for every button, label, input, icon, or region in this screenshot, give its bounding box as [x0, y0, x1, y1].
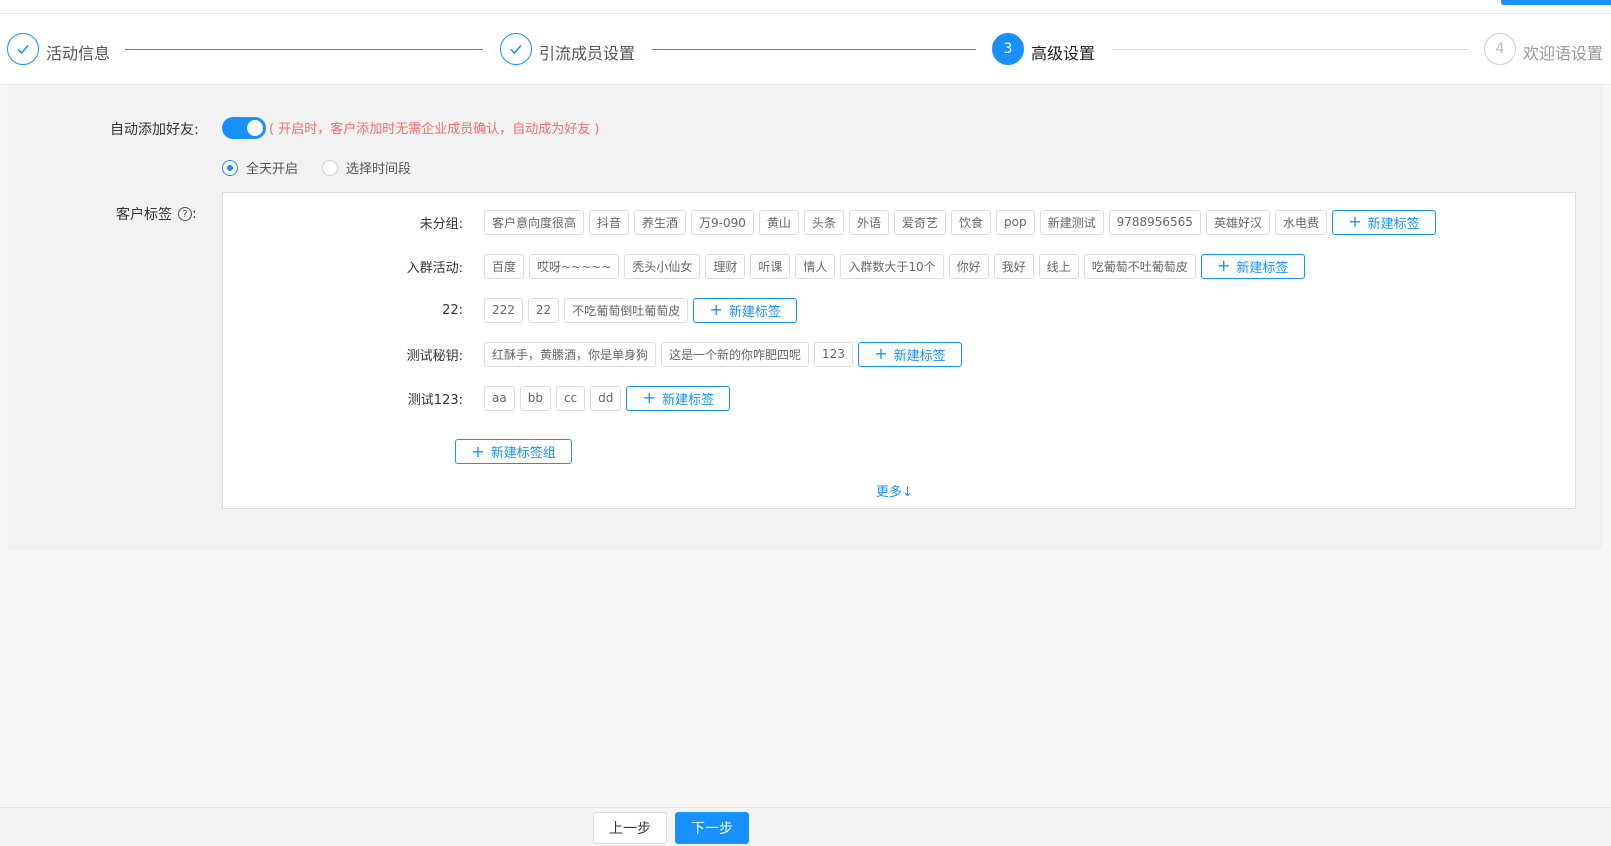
auto-add-hint: ( 开启时，客户添加时无需企业成员确认，自动成为好友 )	[269, 122, 600, 137]
plus-icon: +	[709, 300, 723, 319]
tag-item[interactable]: 情人	[795, 253, 836, 279]
tag-item[interactable]: 222	[484, 297, 523, 323]
tag-item[interactable]: 外语	[848, 209, 889, 235]
tag-list: 222 22 不吃葡萄倒吐葡萄皮 + 新建标签	[484, 297, 798, 323]
radio-all-day[interactable]: 全天开启	[222, 158, 298, 177]
tag-item[interactable]: cc	[555, 385, 586, 411]
footer: 上一步 下一步	[0, 807, 1611, 846]
tag-item[interactable]: 新建测试	[1039, 209, 1104, 235]
tag-item[interactable]: 头条	[803, 209, 844, 235]
step-line-2	[652, 49, 976, 50]
new-tag-button[interactable]: + 新建标签	[1331, 209, 1436, 235]
next-button[interactable]: 下一步	[675, 812, 749, 844]
help-icon[interactable]: ?	[178, 207, 192, 221]
tag-item[interactable]: 爱奇艺	[893, 209, 946, 235]
tag-item[interactable]: pop	[996, 209, 1035, 235]
step-4-label: 欢迎语设置	[1523, 44, 1604, 63]
tag-item[interactable]: 我好	[993, 253, 1034, 279]
new-tag-label: 新建标签	[1367, 216, 1420, 232]
step-line-1	[125, 49, 483, 50]
tag-item[interactable]: 123	[814, 341, 853, 367]
tag-item[interactable]: 你好	[948, 253, 989, 279]
tag-item[interactable]: 9788956565	[1108, 209, 1201, 235]
plus-icon: +	[1216, 256, 1231, 275]
top-bar	[0, 0, 1611, 14]
auto-add-toggle[interactable]	[222, 117, 266, 139]
tag-list: 百度 哎呀~~~~~ 秃头小仙女 理财 听课 情人 入群数大于10个 你好 我好 线上 吃葡萄不吐葡…	[484, 253, 1305, 279]
corner-button[interactable]	[1501, 0, 1611, 5]
tag-item[interactable]: 这是一个新的你咋肥四呢	[661, 341, 810, 367]
plus-icon: +	[874, 344, 888, 363]
plus-icon: +	[471, 441, 485, 461]
radio-all-day-label: 全天开启	[246, 162, 299, 177]
tag-item[interactable]: 抖音	[589, 209, 630, 235]
tag-group-name: 未分组:	[419, 216, 463, 232]
tag-item[interactable]: 22	[527, 297, 560, 323]
tag-box: 未分组: 客户意向度很高 抖音 养生酒 万9-090 黄山 头条 外语 爱奇艺 饮食 pop 新建测试…	[222, 192, 1576, 509]
new-tag-group-button[interactable]: + 新建标签组	[455, 439, 572, 464]
tag-list: 红酥手，黄縢酒，你是单身狗 这是一个新的你咋肥四呢 123 + 新建标签	[484, 341, 962, 367]
tag-item[interactable]: 秃头小仙女	[624, 253, 701, 279]
new-tag-group-label: 新建标签组	[490, 446, 556, 461]
more-link[interactable]: 更多↓	[876, 481, 913, 500]
tag-item[interactable]: 哎呀~~~~~	[529, 253, 620, 279]
prev-button[interactable]: 上一步	[593, 812, 667, 844]
tag-item[interactable]: 不吃葡萄倒吐葡萄皮	[564, 297, 689, 323]
step-line-3	[1112, 49, 1469, 50]
tag-list: 客户意向度很高 抖音 养生酒 万9-090 黄山 头条 外语 爱奇艺 饮食 pop 新建测试 9788…	[484, 209, 1436, 235]
auto-add-label: 自动添加好友:	[110, 122, 199, 138]
new-tag-label: 新建标签	[662, 392, 715, 408]
new-tag-button[interactable]: + 新建标签	[626, 385, 731, 411]
tag-item[interactable]: 百度	[484, 253, 525, 279]
radio-all-day-circle[interactable]	[222, 159, 238, 176]
new-tag-button[interactable]: + 新建标签	[1200, 253, 1305, 279]
tag-item[interactable]: 吃葡萄不吐葡萄皮	[1083, 253, 1196, 279]
tag-item[interactable]: 入群数大于10个	[840, 253, 944, 279]
toggle-knob	[247, 120, 263, 136]
tag-group-name: 22:	[442, 302, 463, 318]
step-3-number: 3	[992, 33, 1024, 65]
tag-item[interactable]: bb	[519, 385, 551, 411]
tag-item[interactable]: 黄山	[758, 209, 799, 235]
new-tag-button[interactable]: + 新建标签	[857, 341, 962, 367]
step-4-number: 4	[1484, 33, 1516, 65]
new-tag-label: 新建标签	[728, 304, 781, 320]
new-tag-button[interactable]: + 新建标签	[693, 297, 798, 323]
tag-item[interactable]: 理财	[705, 253, 746, 279]
tag-item[interactable]: 养生酒	[634, 209, 687, 235]
customer-tags-label: 客户标签	[116, 207, 172, 223]
step-2-label: 引流成员设置	[539, 44, 636, 63]
tag-item[interactable]: 水电费	[1274, 209, 1327, 235]
step-1-label: 活动信息	[46, 44, 111, 63]
tag-group-name: 入群活动:	[406, 260, 463, 276]
new-tag-label: 新建标签	[1236, 260, 1289, 276]
tag-item[interactable]: 英雄好汉	[1205, 209, 1270, 235]
step-2-check-icon	[500, 33, 532, 65]
tag-item[interactable]: 客户意向度很高	[484, 209, 585, 235]
tag-item[interactable]: 听课	[750, 253, 791, 279]
steps-bar: 活动信息 引流成员设置 3 高级设置 4 欢迎语设置	[0, 14, 1611, 85]
plus-icon: +	[1348, 212, 1362, 231]
tag-group-name: 测试秘钥:	[406, 348, 463, 364]
radio-time-range-label: 选择时间段	[346, 162, 412, 177]
customer-tags-label-wrap: 客户标签 ? :	[116, 206, 197, 223]
tag-list: aa bb cc dd + 新建标签	[484, 385, 731, 411]
tag-item[interactable]: aa	[484, 385, 515, 411]
tag-item[interactable]: dd	[590, 385, 622, 411]
tag-item[interactable]: 线上	[1038, 253, 1079, 279]
tag-item[interactable]: 万9-090	[691, 209, 754, 235]
step-3-label: 高级设置	[1031, 44, 1096, 63]
new-tag-label: 新建标签	[893, 348, 946, 364]
tag-group-name: 测试123:	[407, 392, 463, 408]
radio-time-range-circle[interactable]	[322, 159, 338, 176]
step-1-check-icon	[7, 33, 39, 65]
tag-item[interactable]: 饮食	[950, 209, 991, 235]
plus-icon: +	[642, 388, 657, 407]
tag-item[interactable]: 红酥手，黄縢酒，你是单身狗	[484, 341, 657, 367]
radio-time-range[interactable]: 选择时间段	[322, 158, 411, 177]
